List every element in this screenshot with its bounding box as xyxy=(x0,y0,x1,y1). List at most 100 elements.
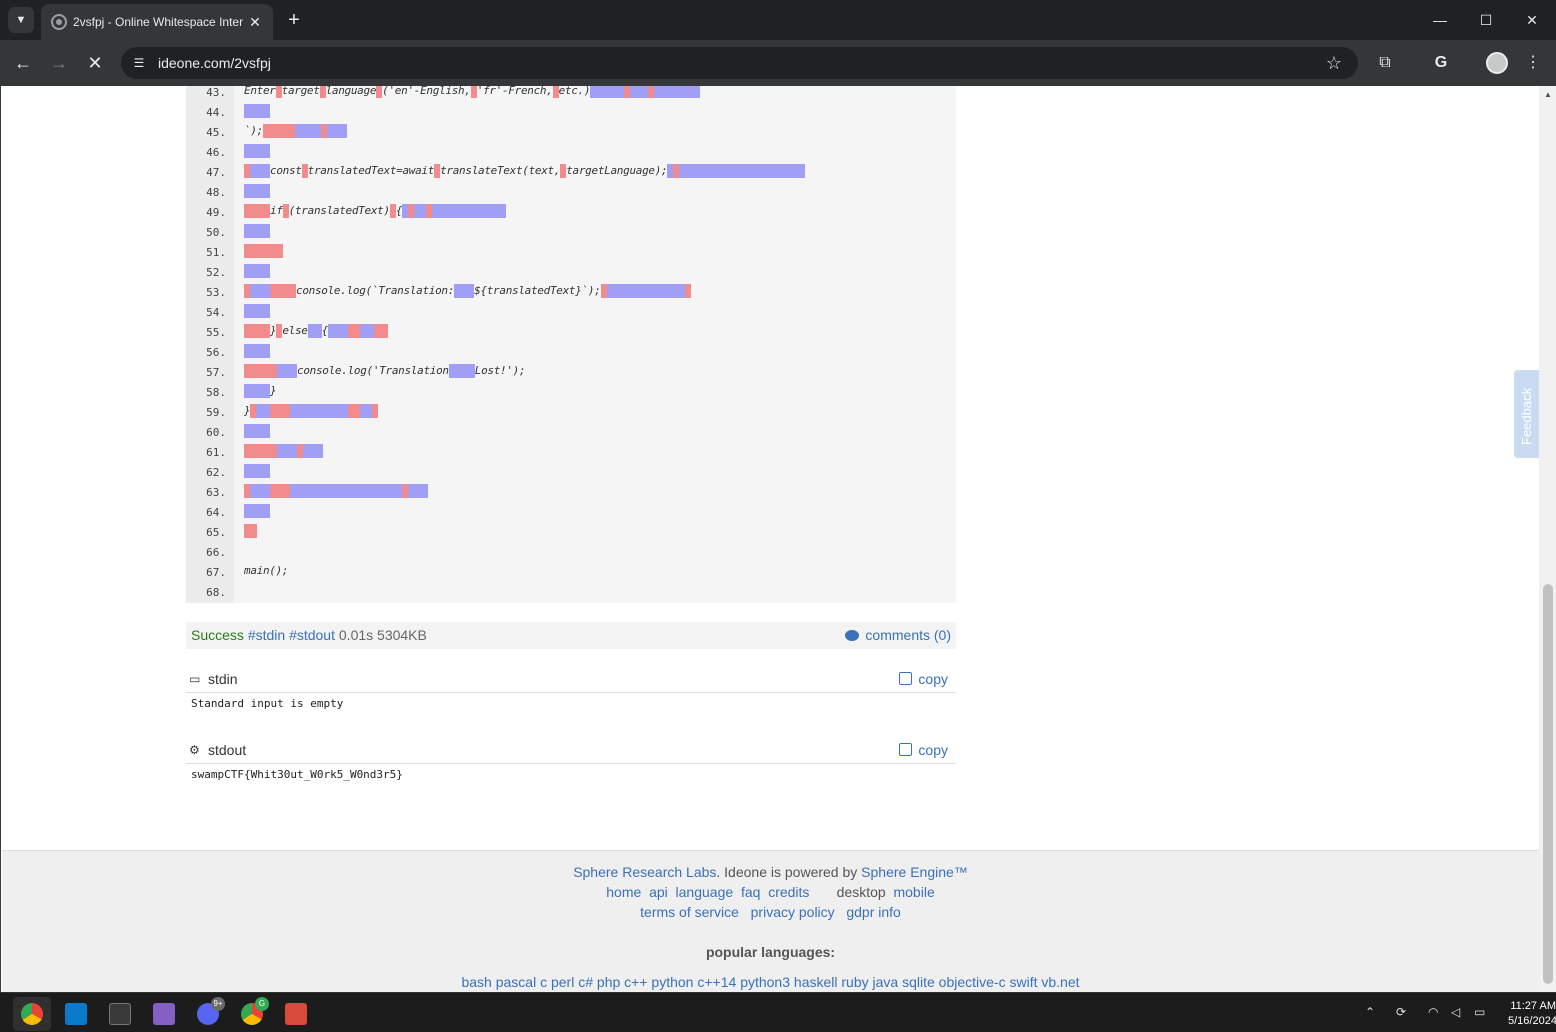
site-info-icon[interactable]: ☰ xyxy=(129,53,149,73)
tray-overflow-icon[interactable]: ⌃ xyxy=(1365,1004,1375,1020)
line-content xyxy=(244,304,270,318)
code-text: main(); xyxy=(244,564,289,577)
address-bar[interactable]: ☰ ideone.com/2vsfpj ☆ xyxy=(121,47,1358,79)
result-bar: Success #stdin #stdout 0.01s 5304KB comm… xyxy=(186,622,956,649)
whitespace-space-marker xyxy=(270,284,296,298)
profile-avatar[interactable] xyxy=(1486,52,1508,74)
language-link[interactable]: pascal xyxy=(496,974,536,990)
whitespace-tab-marker xyxy=(277,444,297,458)
whitespace-space-marker xyxy=(373,324,388,338)
url-text[interactable]: ideone.com/2vsfpj xyxy=(158,54,271,72)
vertical-scrollbar[interactable]: ▲ xyxy=(1539,86,1556,992)
gdpr-link[interactable]: gdpr info xyxy=(846,904,900,920)
feedback-tab[interactable]: Feedback xyxy=(1514,370,1539,458)
stdin-anchor-link[interactable]: #stdin xyxy=(248,627,285,643)
language-link[interactable]: sqlite xyxy=(902,974,935,990)
taskbar-chrome-profile[interactable]: G xyxy=(233,997,271,1031)
scrollbar-thumb[interactable] xyxy=(1543,584,1553,984)
whitespace-tab-marker xyxy=(326,124,347,138)
line-content xyxy=(244,104,270,118)
sphere-research-link[interactable]: Sphere Research Labs xyxy=(573,864,716,880)
language-link[interactable]: python xyxy=(651,974,693,990)
privacy-link[interactable]: privacy policy xyxy=(751,904,835,920)
new-tab-button[interactable]: + xyxy=(282,8,306,32)
language-link[interactable]: c xyxy=(540,974,547,990)
browser-tab-bar: ▼ 2vsfpj - Online Whitespace Interpreter… xyxy=(0,0,1556,40)
browser-menu-icon[interactable]: ⋮ xyxy=(1518,48,1548,78)
bookmark-star-icon[interactable]: ☆ xyxy=(1322,51,1346,75)
code-text: } xyxy=(270,384,277,397)
tab-search-button[interactable]: ▼ xyxy=(8,7,34,33)
extensions-icon[interactable]: ⧉ xyxy=(1370,48,1400,78)
chrome-profile-badge: G xyxy=(255,997,269,1011)
forward-button[interactable]: → xyxy=(44,48,74,78)
sync-icon[interactable]: ⟳ xyxy=(1396,1004,1406,1020)
language-link[interactable]: python3 xyxy=(740,974,790,990)
scroll-up-arrow-icon[interactable]: ▲ xyxy=(1539,88,1556,102)
taskbar-vscode[interactable] xyxy=(57,997,95,1031)
code-line: 61. xyxy=(186,444,956,466)
whitespace-tab-marker xyxy=(654,86,701,98)
stop-loading-button[interactable]: ✕ xyxy=(80,48,110,78)
wifi-icon[interactable]: ◠ xyxy=(1428,1004,1438,1020)
terms-link[interactable]: terms of service xyxy=(640,904,739,920)
system-clock[interactable]: 11:27 AM 5/16/2024 xyxy=(1508,999,1556,1029)
line-number: 67. xyxy=(206,566,226,579)
battery-icon[interactable]: ▭ xyxy=(1474,1004,1485,1020)
language-link[interactable]: perl xyxy=(551,974,574,990)
code-text: Enter xyxy=(244,86,276,97)
language-link[interactable]: haskell xyxy=(794,974,838,990)
taskbar-snipping-tool[interactable] xyxy=(277,997,315,1031)
volume-icon[interactable]: ◁ xyxy=(1451,1004,1460,1020)
stdout-copy-button[interactable]: copy xyxy=(899,742,948,758)
language-link[interactable]: bash xyxy=(461,974,491,990)
footer-link-credits[interactable]: credits xyxy=(768,884,809,900)
language-link[interactable]: php xyxy=(597,974,620,990)
maximize-button[interactable]: ☐ xyxy=(1463,0,1509,40)
comments-link[interactable]: comments (0) xyxy=(845,622,951,649)
code-text: (translatedText) xyxy=(288,204,390,217)
footer-link-language[interactable]: language xyxy=(676,884,734,900)
language-link[interactable]: c# xyxy=(578,974,593,990)
line-content: main(); xyxy=(244,564,289,578)
footer-link-api[interactable]: api xyxy=(649,884,668,900)
footer-link-faq[interactable]: faq xyxy=(741,884,760,900)
status-success: Success xyxy=(191,627,244,643)
sphere-engine-link[interactable]: Sphere Engine™ xyxy=(861,864,968,880)
line-content xyxy=(244,484,428,498)
footer-link-home[interactable]: home xyxy=(606,884,641,900)
stdin-copy-button[interactable]: copy xyxy=(899,671,948,687)
language-link[interactable]: c++ xyxy=(624,974,647,990)
line-content: const translatedText=await translateText(t… xyxy=(244,164,806,178)
line-number: 45. xyxy=(206,126,226,139)
window-close-button[interactable]: ✕ xyxy=(1509,0,1555,40)
line-content: Enter target language ('en'-English, 'fr'-Fr… xyxy=(244,86,701,98)
taskbar-discord[interactable]: 9+ xyxy=(189,997,227,1031)
stdin-value: Standard input is empty xyxy=(191,697,344,710)
language-link[interactable]: vb.net xyxy=(1041,974,1079,990)
back-button[interactable]: ← xyxy=(8,48,38,78)
line-number: 50. xyxy=(206,226,226,239)
code-text: target xyxy=(281,86,320,97)
taskbar-terminal[interactable] xyxy=(101,997,139,1031)
language-link[interactable]: ruby xyxy=(841,974,868,990)
line-number: 44. xyxy=(206,106,226,119)
language-link[interactable]: c++14 xyxy=(697,974,736,990)
language-link[interactable]: swift xyxy=(1009,974,1037,990)
language-link[interactable]: objective-c xyxy=(939,974,1006,990)
code-line: 58.} xyxy=(186,384,956,406)
stdout-anchor-link[interactable]: #stdout xyxy=(289,627,335,643)
language-link[interactable]: java xyxy=(873,974,899,990)
whitespace-tab-marker xyxy=(244,304,270,318)
line-number: 49. xyxy=(206,206,226,219)
tab-close-icon[interactable]: ✕ xyxy=(245,12,265,32)
taskbar-visual-studio[interactable] xyxy=(145,997,183,1031)
powered-by-text: . Ideone is powered by xyxy=(716,864,862,880)
minimize-button[interactable]: — xyxy=(1417,0,1463,40)
browser-tab[interactable]: 2vsfpj - Online Whitespace Interpreter ✕ xyxy=(41,4,273,40)
line-content xyxy=(244,144,270,158)
line-content xyxy=(244,444,323,458)
google-lens-icon[interactable]: G xyxy=(1426,48,1456,78)
taskbar-chrome[interactable] xyxy=(13,997,51,1031)
mobile-link[interactable]: mobile xyxy=(893,884,934,900)
